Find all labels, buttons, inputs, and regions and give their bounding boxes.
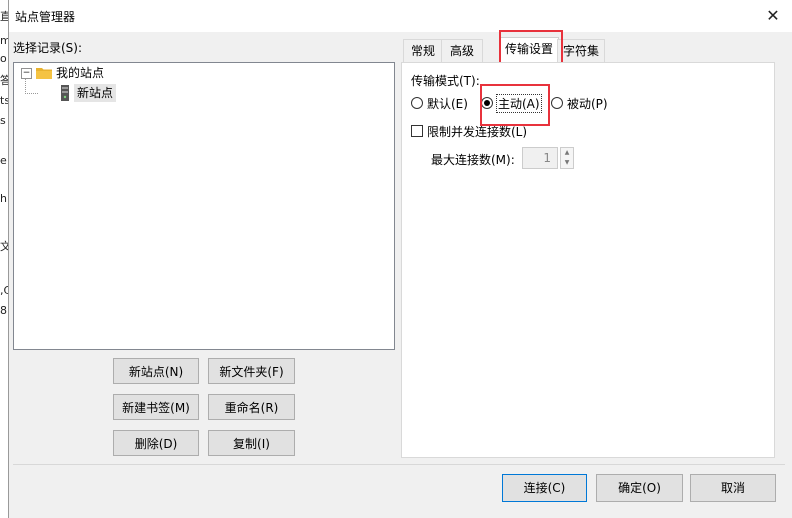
delete-button[interactable]: 删除(D): [113, 430, 199, 456]
cancel-button[interactable]: 取消: [690, 474, 776, 502]
new-bookmark-button[interactable]: 新建书签(M): [113, 394, 199, 420]
radio-highlight-box: [480, 84, 550, 126]
site-tree[interactable]: − 我的站点 新站点: [13, 62, 395, 350]
footer-separator: [13, 464, 785, 465]
spin-up-icon[interactable]: ▲: [561, 148, 573, 158]
folder-icon: [36, 68, 52, 79]
tab-general[interactable]: 常规: [403, 39, 443, 62]
collapse-icon[interactable]: −: [21, 68, 32, 79]
bg-char: o: [0, 52, 7, 65]
bg-char: e: [0, 154, 7, 167]
records-label: 选择记录(S):: [13, 41, 83, 55]
radio-passive-label: 被动(P): [567, 97, 608, 111]
limit-connections-checkbox[interactable]: [411, 125, 423, 137]
tree-item-my-sites[interactable]: 我的站点: [56, 64, 104, 82]
radio-default[interactable]: [411, 97, 423, 109]
title-bar: 站点管理器 ✕: [9, 0, 792, 32]
bg-char: s: [0, 114, 6, 127]
transfer-settings-panel: 传输模式(T): 默认(E) 主动(A) 被动(P) 限制并发连接数(L) 最大…: [401, 62, 775, 458]
ok-button[interactable]: 确定(O): [596, 474, 683, 502]
connect-button[interactable]: 连接(C): [502, 474, 587, 502]
close-icon: ✕: [766, 6, 780, 25]
tab-charset[interactable]: 字符集: [557, 39, 605, 62]
close-button[interactable]: ✕: [757, 2, 789, 30]
dialog-title: 站点管理器: [15, 10, 76, 24]
radio-default-label: 默认(E): [427, 97, 468, 111]
max-connections-input[interactable]: 1: [522, 147, 558, 169]
rename-button[interactable]: 重命名(R): [208, 394, 295, 420]
bg-char: 8: [0, 304, 7, 317]
max-connections-stepper[interactable]: ▲ ▼: [560, 147, 574, 169]
site-manager-dialog: 站点管理器 ✕ 选择记录(S): − 我的站点 新站点 新站点(N) 新文件夹(…: [8, 0, 792, 518]
radio-passive[interactable]: [551, 97, 563, 109]
server-icon: [61, 85, 69, 101]
spin-down-icon[interactable]: ▼: [561, 158, 573, 168]
new-folder-button[interactable]: 新文件夹(F): [208, 358, 295, 384]
max-connections-label: 最大连接数(M):: [431, 153, 515, 167]
tab-advanced[interactable]: 高级: [441, 39, 483, 62]
transfer-mode-label: 传输模式(T):: [411, 74, 480, 88]
tree-connector: [25, 79, 38, 94]
tab-highlight-box: [499, 30, 563, 66]
new-site-button[interactable]: 新站点(N): [113, 358, 199, 384]
tree-item-new-site[interactable]: 新站点: [74, 84, 117, 102]
copy-button[interactable]: 复制(I): [208, 430, 295, 456]
